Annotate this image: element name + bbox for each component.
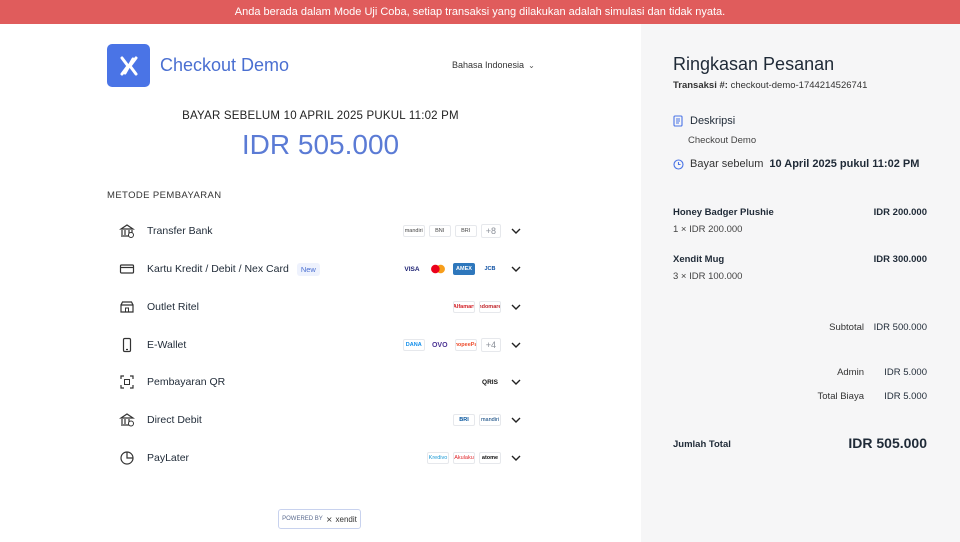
transaction-label: Transaksi #:	[673, 80, 728, 91]
chevron-down-icon: ⌄	[528, 60, 535, 70]
method-retail-outlet[interactable]: Outlet Ritel Alfamart Indomaret	[107, 289, 525, 325]
transaction-value: checkout-demo-1744214526741	[730, 80, 868, 91]
method-logos: BRI mandiri	[453, 414, 501, 426]
mastercard-logo: MC	[427, 263, 449, 275]
fees-label: Total Biaya	[817, 391, 864, 402]
jcb-logo: JCB	[479, 263, 501, 275]
payment-amount: IDR 505.000	[241, 129, 400, 160]
store-icon	[117, 297, 137, 317]
order-summary-panel: Ringkasan Pesanan Transaksi #: checkout-…	[641, 24, 960, 542]
chevron-down-icon[interactable]	[510, 452, 522, 464]
bank-logo: BRI	[454, 225, 477, 237]
method-qr[interactable]: Pembayaran QR QRIS	[107, 364, 525, 400]
method-logos: mandiri BNI BRI +8	[402, 224, 501, 238]
bank-debit-icon	[117, 410, 137, 430]
bank-logo: mandiri	[402, 225, 425, 237]
method-label: E-Wallet	[147, 339, 187, 351]
item-name: Xendit Mug	[673, 254, 725, 265]
bri-logo: BRI	[453, 414, 475, 426]
item-price: IDR 200.000	[873, 207, 927, 218]
chevron-down-icon[interactable]	[510, 225, 522, 237]
language-select[interactable]: Bahasa Indonesia ⌄	[452, 60, 535, 70]
chevron-down-icon[interactable]	[510, 414, 522, 426]
pay-before: Bayar sebelum 10 April 2025 pukul 11:02 …	[673, 158, 919, 170]
credit-card-icon	[117, 259, 137, 279]
chevron-down-icon[interactable]	[510, 339, 522, 351]
shopeepay-logo: ShopeePay	[454, 339, 477, 351]
brand-name: Checkout Demo	[160, 55, 290, 75]
qris-logo: QRIS	[479, 376, 501, 388]
admin-label: Admin	[837, 367, 864, 378]
pay-before-value: 10 April 2025 pukul 11:02 PM	[769, 158, 920, 170]
clock-icon	[673, 158, 684, 170]
description-value: Checkout Demo	[688, 135, 757, 146]
payment-methods-title: METODE PEMBAYARAN	[107, 190, 222, 201]
bank-logo: BNI	[428, 225, 451, 237]
qr-icon	[117, 372, 137, 392]
admin-value: IDR 5.000	[884, 367, 927, 378]
chevron-down-icon[interactable]	[510, 376, 522, 388]
total-label: Jumlah Total	[673, 439, 731, 450]
pie-icon	[117, 448, 137, 468]
method-logos: VISA MC AMEX JCB	[401, 263, 501, 275]
method-paylater[interactable]: PayLater Kredivo Akulaku atome	[107, 440, 525, 476]
mandiri-logo: mandiri	[479, 414, 501, 426]
dana-logo: DANA	[402, 339, 425, 351]
more-count: +8	[480, 224, 501, 238]
visa-logo: VISA	[401, 263, 423, 275]
payment-panel: Checkout Demo Bahasa Indonesia ⌄ BAYAR S…	[0, 24, 641, 542]
method-logos: QRIS	[479, 376, 501, 388]
alfamart-logo: Alfamart	[453, 301, 475, 313]
method-label: Kartu Kredit / Debit / Nex Card	[147, 263, 289, 275]
xendit-icon: ⨯	[325, 514, 333, 524]
powered-by-badge[interactable]: POWERED BY ⨯ xendit	[278, 509, 361, 529]
phone-icon	[117, 335, 137, 355]
description-label: Deskripsi	[690, 115, 736, 127]
method-label: Outlet Ritel	[147, 301, 199, 313]
summary-title: Ringkasan Pesanan	[673, 54, 835, 74]
powered-by-label: POWERED BY	[282, 516, 323, 522]
chevron-down-icon[interactable]	[510, 263, 522, 275]
kredivo-logo: Kredivo	[427, 452, 449, 464]
indomaret-logo: Indomaret	[479, 301, 501, 313]
more-count: +4	[480, 338, 501, 352]
brand-logo	[107, 44, 150, 87]
method-label: PayLater	[147, 452, 190, 464]
method-logos: Kredivo Akulaku atome	[427, 452, 501, 464]
total-value: IDR 505.000	[848, 435, 927, 451]
description-heading: Deskripsi	[673, 115, 735, 127]
chevron-down-icon[interactable]	[510, 301, 522, 313]
method-bank-transfer[interactable]: Transfer Bank mandiri BNI BRI +8	[107, 213, 525, 249]
test-mode-banner: Anda berada dalam Mode Uji Coba, setiap …	[0, 0, 960, 24]
item-quantity: 3 × IDR 100.000	[673, 271, 743, 282]
item-name: Honey Badger Plushie	[673, 207, 774, 218]
method-logos: DANA OVO ShopeePay +4	[402, 338, 501, 352]
transaction-id: Transaksi #: checkout-demo-1744214526741	[673, 80, 867, 91]
method-credit-card[interactable]: Kartu Kredit / Debit / Nex Card New VISA…	[107, 251, 525, 287]
method-label: Pembayaran QR	[147, 376, 226, 388]
amex-logo: AMEX	[453, 263, 475, 275]
method-label: Direct Debit	[147, 414, 202, 426]
new-badge: New	[296, 262, 320, 276]
atome-logo: atome	[479, 452, 501, 464]
akulaku-logo: Akulaku	[453, 452, 475, 464]
ovo-logo: OVO	[428, 339, 451, 351]
bank-icon	[117, 221, 137, 241]
subtotal-value: IDR 500.000	[873, 322, 927, 333]
pay-before-label: Bayar sebelum	[690, 158, 764, 170]
payment-deadline: BAYAR SEBELUM 10 APRIL 2025 PUKUL 11:02 …	[182, 110, 459, 122]
method-label: Transfer Bank	[147, 225, 213, 237]
powered-brand: xendit	[335, 514, 357, 524]
document-icon	[673, 115, 683, 127]
item-price: IDR 300.000	[873, 254, 927, 265]
subtotal-label: Subtotal	[829, 322, 864, 333]
language-label: Bahasa Indonesia	[452, 60, 525, 70]
method-logos: Alfamart Indomaret	[453, 301, 501, 313]
fees-value: IDR 5.000	[884, 391, 927, 402]
item-quantity: 1 × IDR 200.000	[673, 224, 743, 235]
method-direct-debit[interactable]: Direct Debit BRI mandiri	[107, 402, 525, 438]
xendit-logo-icon	[120, 56, 137, 75]
method-ewallet[interactable]: E-Wallet DANA OVO ShopeePay +4	[107, 327, 525, 363]
